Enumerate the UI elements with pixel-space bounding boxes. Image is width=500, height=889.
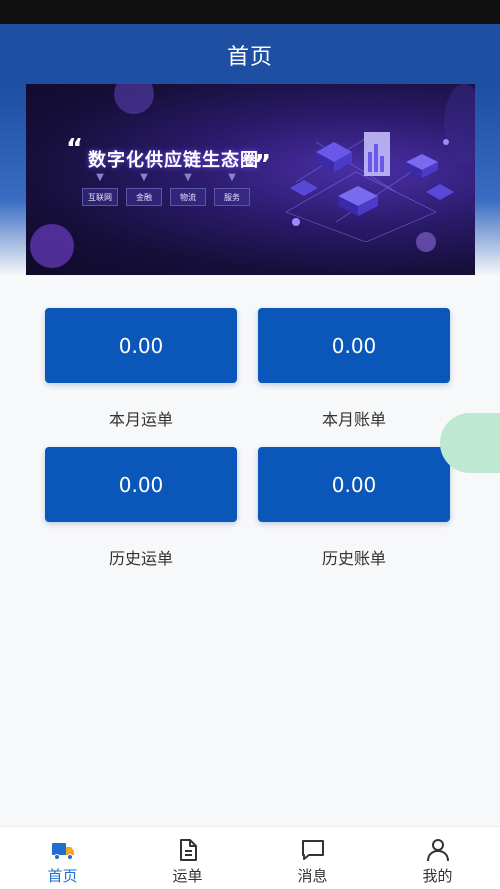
app-header: 首页 xyxy=(0,24,500,86)
truck-icon xyxy=(51,843,74,860)
history-orders-label: 历史运单 xyxy=(108,549,173,568)
promo-banner[interactable]: “ 数字化供应链生态圈 ” ▼ 互联网 ▼ 金融 ▼ 物流 ▼ 服务 xyxy=(26,84,475,275)
user-icon xyxy=(426,839,449,862)
tab-orders[interactable]: 运单 xyxy=(125,827,250,889)
history-bills-label: 历史账单 xyxy=(321,549,386,568)
message-icon xyxy=(301,840,324,860)
banner-title: 数字化供应链生态圈 xyxy=(88,150,259,171)
tab-orders-label: 运单 xyxy=(172,867,203,885)
monthly-orders-label: 本月运单 xyxy=(108,410,173,429)
tab-home-label: 首页 xyxy=(47,867,78,885)
monthly-bills-button[interactable]: 0.00 xyxy=(258,308,450,383)
isometric-illustration xyxy=(285,131,454,242)
banner-tag: ▼ 服务 xyxy=(214,172,250,206)
page-title: 首页 xyxy=(226,45,273,70)
bottom-tab-bar: 首页 运单 消息 我的 xyxy=(0,826,500,889)
floating-assistant-button[interactable] xyxy=(440,413,500,473)
open-quote: “ xyxy=(66,134,84,164)
banner-tag: ▼ 物流 xyxy=(170,172,206,206)
history-bills-button[interactable]: 0.00 xyxy=(258,447,450,522)
tab-home[interactable]: 首页 xyxy=(0,827,125,889)
monthly-bills-label: 本月账单 xyxy=(321,410,386,429)
close-quote: ” xyxy=(254,150,272,180)
status-bar xyxy=(0,0,500,24)
document-icon xyxy=(179,839,197,861)
tab-messages[interactable]: 消息 xyxy=(250,827,375,889)
history-orders-button[interactable]: 0.00 xyxy=(45,447,237,522)
banner-tags: ▼ 互联网 ▼ 金融 ▼ 物流 ▼ 服务 xyxy=(82,172,250,206)
banner-tag: ▼ 金融 xyxy=(126,172,162,206)
banner-tag: ▼ 互联网 xyxy=(82,172,118,206)
tab-profile[interactable]: 我的 xyxy=(375,827,500,889)
tab-profile-label: 我的 xyxy=(422,867,453,885)
tab-messages-label: 消息 xyxy=(297,867,328,885)
monthly-orders-button[interactable]: 0.00 xyxy=(45,308,237,383)
